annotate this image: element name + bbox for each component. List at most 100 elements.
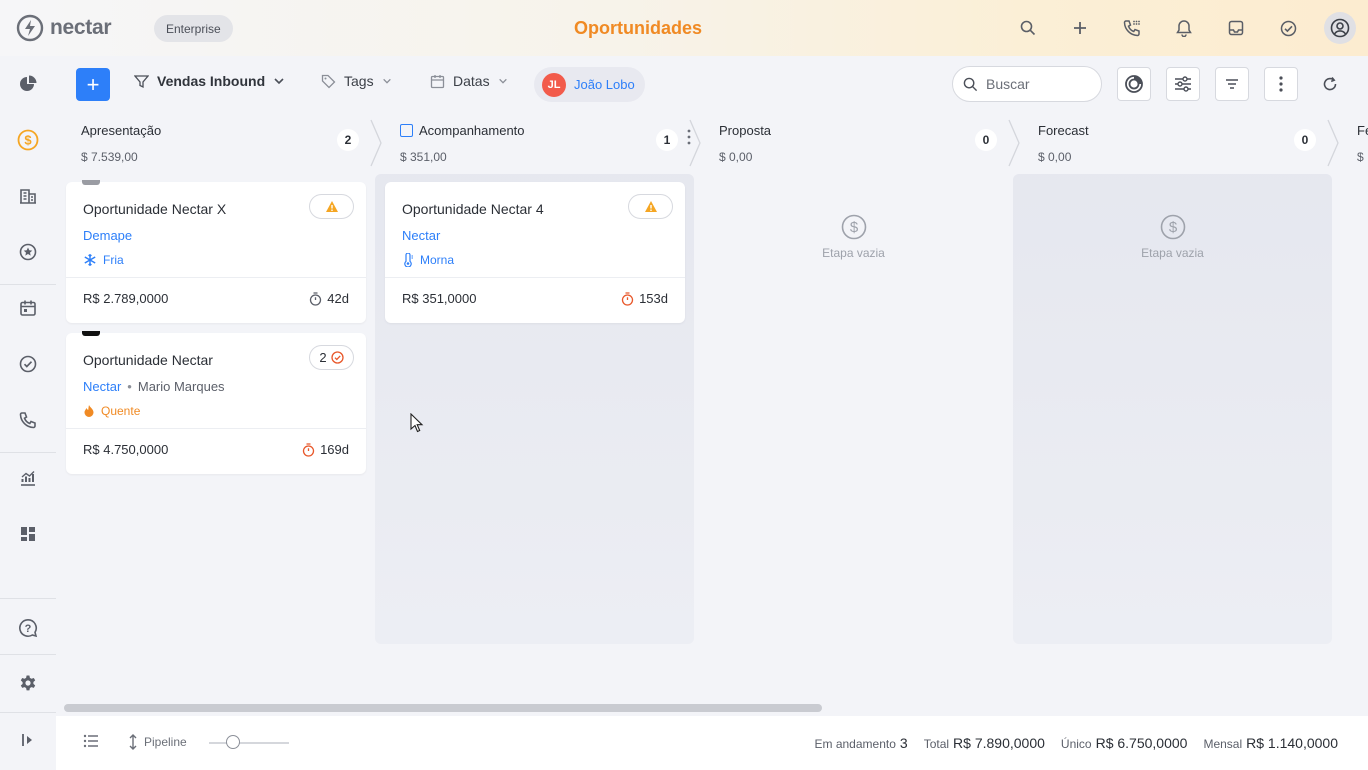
card-tasks-badge[interactable]: 2 [309, 345, 354, 370]
phone-icon[interactable] [12, 404, 44, 436]
user-circle-icon[interactable] [1324, 12, 1356, 44]
snowflake-icon [84, 254, 96, 266]
settings-icon[interactable] [12, 668, 44, 700]
svg-text:$: $ [24, 133, 32, 148]
refresh-icon [1323, 76, 1337, 91]
card-company[interactable]: Nectar [83, 379, 121, 394]
card-contact[interactable]: Mario Marques [138, 379, 225, 394]
opportunity-card[interactable]: Oportunidade Nectar 2 Nectar • Mario Mar… [66, 331, 366, 474]
stage-name: Acompanhamento [419, 123, 525, 138]
opportunity-card[interactable]: Oportunidade Nectar 4 Nectar Morna R$ 35… [385, 182, 685, 323]
stage-total: $ 351,00 [400, 150, 447, 164]
stage-column: Proposta $ 0,00 0 $ Etapa vazia [694, 114, 1020, 704]
building-icon[interactable] [12, 180, 44, 212]
chevron-down-icon [498, 78, 507, 84]
dashboard-icon[interactable] [12, 518, 44, 550]
view-mode-toggle[interactable]: Pipeline [128, 734, 187, 750]
card-title[interactable]: Oportunidade Nectar 4 [402, 201, 544, 217]
card-divider [385, 277, 685, 278]
sort-icon [1226, 79, 1238, 89]
separator-dot: • [127, 379, 132, 394]
empty-stage-label: Etapa vazia [822, 246, 885, 260]
card-title[interactable]: Oportunidade Nectar X [83, 201, 226, 217]
zoom-slider-track[interactable] [209, 742, 289, 744]
stage-header[interactable]: Forecast $ 0,00 0 [1013, 114, 1339, 174]
monthly-label: Mensal [1203, 737, 1243, 751]
add-opportunity-button[interactable]: + [76, 68, 110, 101]
check-circle-icon[interactable] [12, 348, 44, 380]
dollar-icon[interactable]: $ [12, 124, 44, 156]
user-filter-chip[interactable]: JL João Lobo [534, 67, 645, 102]
search-icon[interactable] [1012, 12, 1044, 44]
check-circle-icon[interactable] [1272, 12, 1304, 44]
phone-icon[interactable] [1116, 12, 1148, 44]
svg-text:$: $ [1168, 219, 1177, 236]
card-company-line: Demape [83, 228, 132, 243]
stage-select-checkbox[interactable] [400, 124, 413, 137]
opportunity-card[interactable]: Oportunidade Nectar X Demape Fria R$ 2.7… [66, 180, 366, 323]
card-color-flag [82, 331, 100, 336]
stage-header[interactable]: Fe $ [1332, 114, 1368, 174]
dates-label: Datas [453, 73, 490, 89]
sliders-icon [1175, 76, 1191, 92]
card-title[interactable]: Oportunidade Nectar [83, 352, 213, 368]
stage-name: Fe [1357, 123, 1368, 138]
adjust-settings-button[interactable] [1166, 67, 1200, 101]
list-view-icon[interactable] [83, 734, 99, 753]
calendar-icon[interactable] [12, 292, 44, 324]
pipeline-filter-label: Vendas Inbound [157, 73, 266, 89]
empty-stage: $ Etapa vazia [1013, 214, 1332, 260]
monthly-stat: Mensal R$ 1.140,0000 [1203, 735, 1338, 751]
card-age: 153d [621, 291, 668, 306]
chevron-down-icon [274, 78, 284, 85]
card-temperature-label: Morna [420, 253, 455, 267]
card-divider [66, 277, 366, 278]
card-company[interactable]: Demape [83, 228, 132, 243]
plus-icon[interactable] [1064, 12, 1096, 44]
sort-button[interactable] [1215, 67, 1249, 101]
stage-total: $ 0,00 [719, 150, 753, 164]
stage-name: Apresentação [81, 123, 162, 138]
stage-count: 0 [1294, 129, 1316, 151]
stage-name: Forecast [1038, 123, 1089, 138]
card-alert-badge[interactable] [309, 194, 354, 219]
pie-chart-icon[interactable] [12, 68, 44, 100]
inbox-icon[interactable] [1220, 12, 1252, 44]
stage-header[interactable]: Apresentação $ 7.539,00 2 [56, 114, 382, 174]
card-value: R$ 4.750,0000 [83, 442, 169, 457]
analytics-icon[interactable] [12, 462, 44, 494]
star-icon[interactable] [12, 236, 44, 268]
svg-text:$: $ [849, 219, 858, 236]
stage-header[interactable]: Acompanhamento $ 351,00 1 [375, 114, 701, 174]
card-alert-badge[interactable] [628, 194, 673, 219]
view-toggle-button[interactable] [1117, 67, 1151, 101]
expand-icon[interactable] [12, 724, 44, 756]
empty-stage: $ Etapa vazia [694, 214, 1013, 260]
mouse-cursor-icon [410, 413, 424, 433]
check-circle-icon [330, 351, 344, 364]
more-options-button[interactable] [1264, 67, 1298, 101]
total-stat: Total R$ 7.890,0000 [924, 735, 1045, 751]
card-company-line: Nectar • Mario Marques [83, 379, 225, 394]
zoom-slider-handle[interactable] [226, 735, 240, 749]
tags-filter[interactable]: Tags [321, 73, 392, 89]
card-company[interactable]: Nectar [402, 228, 440, 243]
thermometer-icon [404, 253, 413, 267]
pipeline-filter[interactable]: Vendas Inbound [134, 73, 285, 89]
refresh-button[interactable] [1313, 67, 1347, 101]
card-temperature: Quente [83, 404, 140, 418]
bell-icon[interactable] [1168, 12, 1200, 44]
help-icon[interactable]: ? [12, 612, 44, 644]
in-progress-value: 3 [899, 735, 908, 751]
stage-column: Acompanhamento $ 351,00 1 Oportunidade N… [375, 114, 701, 704]
search-field[interactable] [952, 66, 1102, 102]
search-input[interactable] [986, 76, 1086, 92]
horizontal-scrollbar[interactable] [64, 704, 822, 712]
stage-total: $ 0,00 [1038, 150, 1072, 164]
in-progress-label: Em andamento [814, 737, 896, 751]
card-age-label: 42d [327, 291, 349, 306]
dates-filter[interactable]: Datas [430, 73, 508, 89]
stage-header[interactable]: Proposta $ 0,00 0 [694, 114, 1020, 174]
warning-icon [644, 201, 657, 212]
card-temperature-label: Quente [101, 404, 141, 418]
